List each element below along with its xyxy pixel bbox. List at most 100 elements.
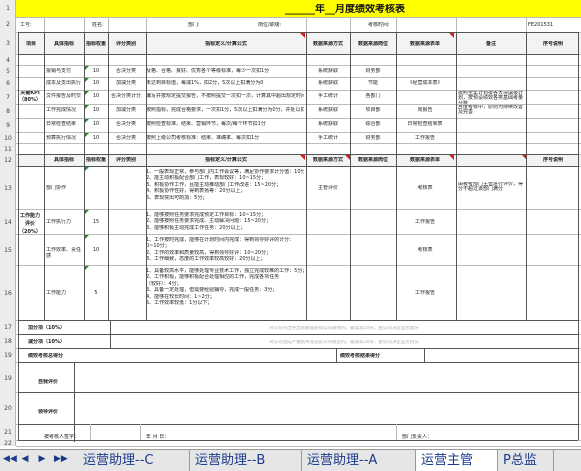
row-number[interactable]: 3 [0,40,16,47]
row-number[interactable]: 4 [0,57,16,64]
info-dept: 姓名: [92,22,104,28]
header-source-post: 数据来源岗位 [357,41,388,47]
row-number[interactable]: 20 [0,405,16,412]
kpi-name: 报销与支付 [46,67,72,74]
grid-line [578,320,579,440]
grid-line [18,348,578,349]
row-number[interactable]: 5 [0,68,16,75]
ability-header-definition: 指标定义/计算公式 [205,157,247,163]
grid-line [84,17,85,32]
row-number[interactable]: 12 [0,157,16,164]
kpi-type: 否决分类 [115,134,136,141]
grid-line [18,54,578,55]
kpi-source: 系统获取 [317,67,338,74]
ability-weight: 15 [92,218,100,225]
nav-next-icon[interactable]: ▶ [37,454,47,464]
kpi-group-label: 关键KPI（80%） [19,90,41,103]
kpi-form: 《经营成本表》 [407,79,443,86]
header-indicator: 具体指标 [53,41,74,47]
grid-line [146,17,147,32]
grid-line [16,209,581,210]
ability-criteria-line: 3、能够积极主动完成工作任务：20分以上； [146,224,246,231]
ability-header-source-post: 数据来源岗位 [357,157,388,163]
grid-line [18,440,578,441]
grid-line [16,132,581,133]
grid-line [146,32,147,320]
row-number[interactable]: 16 [0,290,16,297]
comment-marker-icon [300,33,305,38]
ability-form: 工作报告 [414,218,435,225]
sheet-tab[interactable]: P总监 [498,450,554,471]
ability-name: 工作执行力 [46,218,72,225]
nav-first-icon[interactable]: ◀◀ [3,454,17,464]
row-number[interactable]: 7 [0,94,16,101]
header-project: 项目 [25,41,36,47]
kpi-weight: 10 [92,106,100,113]
sheet-tab[interactable]: 运营助理--C [78,450,190,471]
sheet-tab-bar: ◀◀ ◀ ▶ ▶▶ 运营助理--C 运营助理--B 运营助理--A 运营主管 P总监 [0,449,581,471]
kpi-definition: 未达到目标值，每减1%，扣2分，5次以上扣满分为0 [146,79,264,86]
row-number[interactable]: 14 [0,219,16,226]
row-number[interactable]: 13 [0,185,16,192]
grid-line [350,32,351,320]
row-number[interactable]: 15 [0,247,16,254]
leader-eval-label: 领导评价 [38,409,59,415]
grid-line [578,32,579,320]
grid-line [526,17,527,32]
grid-line [526,32,527,320]
row-number[interactable]: 2 [0,21,16,28]
nav-prev-icon[interactable]: ◀ [20,454,30,464]
row-number[interactable]: 1 [0,5,16,12]
kpi-definition: 按照指标，完成合格要求，一次扣1分，5次以上扣满分为0分，并处以扣除对应的合格奖… [146,106,304,113]
grid-line [108,17,109,32]
kpi-post: 项目部 [365,106,381,113]
row-number[interactable]: 6 [0,80,16,87]
kpi-form: 周报告 [417,106,433,113]
final-result-label: 绩效考核结果得分 [340,353,381,359]
kpi-definition: 按照检查标准，结果、营销环节，每次/每个环节扣1分 [146,120,266,127]
grid-line [424,348,425,362]
sheet-tab[interactable]: 运营主管 [416,450,498,471]
grid-line [16,143,581,144]
kpi-source: 系统获取 [317,120,338,127]
kpi-name: 工作完成情况 [46,106,77,113]
row-number[interactable]: 17 [0,324,16,331]
row-number[interactable]: 21 [0,429,16,436]
sheet-tab[interactable]: 运营助理--A [302,450,416,471]
row-number[interactable]: 19 [0,352,16,359]
kpi-source: 系统获取 [317,106,338,113]
row-number[interactable]: 9 [0,122,16,129]
row-number[interactable]: 22 [0,440,16,447]
kpi-form: 日常检查结果表 [407,120,443,127]
nav-last-icon[interactable]: ▶▶ [54,454,68,464]
minus-score-label: 减分项（10%） [28,339,65,345]
sheet-tab[interactable]: 运营助理--B [190,450,302,471]
row-number[interactable]: 8 [0,108,16,115]
kpi-source: 手工统计 [317,134,338,141]
ability-name: 工作效率、责任感 [46,246,82,259]
ability-name: 工作能力 [46,289,67,296]
kpi-type: 加减分类 [115,106,136,113]
ability-form: 考核表 [417,184,433,191]
kpi-name: 文件报告及时交 [46,92,82,99]
kpi-definition: 编写并按规定提交报告，不按照提交一次扣一次，计算其中超出规定时间数 [146,92,304,99]
kpi-type: 否决分类计分 [110,92,141,99]
grid-line [16,77,581,78]
kpi-name: 成本及支出执行 [46,79,82,86]
grid-line [456,17,457,32]
header-remark: 备注 [485,41,496,47]
row-number[interactable]: 11 [0,146,16,153]
grid-line [396,17,397,32]
row-number[interactable]: 18 [0,338,16,345]
ability-source: 主管评价 [317,184,338,191]
kpi-name: 预算执行情况 [46,134,77,141]
row-number[interactable]: 10 [0,135,16,142]
grid-line [306,32,307,320]
grid-line [18,166,578,167]
kpi-weight: 10 [92,67,100,74]
ability-criteria-line: 5、工作效率较低：1分以下； [146,300,213,306]
header-definition: 指标定义/计算公式 [205,41,247,47]
kpi-source: 手工统计 [317,92,338,99]
row-number[interactable]: 19 [0,375,16,382]
kpi-post: 财务部 [365,67,381,74]
